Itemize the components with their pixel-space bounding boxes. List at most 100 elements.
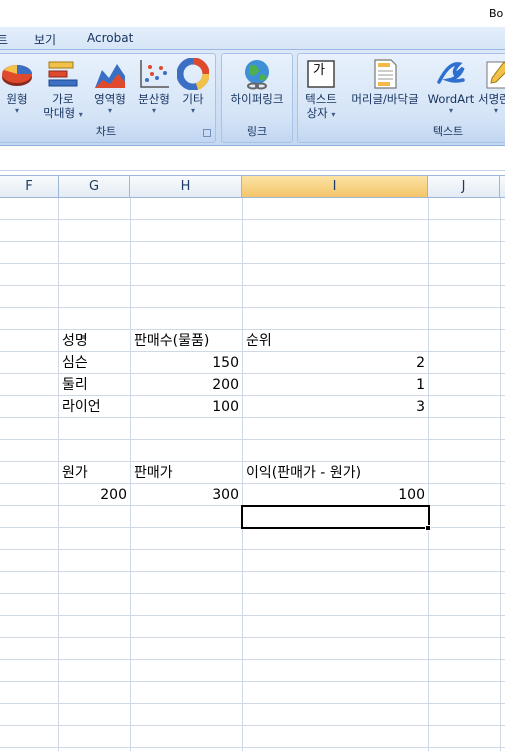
chevron-down-icon: ▾ — [448, 106, 453, 115]
chevron-down-icon: ▾ — [151, 106, 156, 115]
grid-row-line — [0, 681, 505, 682]
cell-i8[interactable]: 2 — [243, 352, 428, 374]
cell-i10[interactable]: 3 — [243, 396, 428, 418]
cell-h8[interactable]: 150 — [131, 352, 242, 374]
formula-bar-divider — [0, 170, 505, 171]
excel-window: Bo 트 보기 Acrobat 원형 ▾ 가로 막대형 ▾ 영역형 ▾ 분산형 … — [0, 0, 505, 751]
signature-line-button[interactable]: 서명란 ▾ — [478, 58, 505, 116]
scatter-chart-icon — [138, 58, 170, 90]
header-footer-label: 머리글/바닥글 — [351, 92, 419, 106]
pie-chart-label: 원형 — [6, 92, 28, 106]
link-group-label: 링크 — [246, 125, 268, 138]
textbox-button[interactable]: 가 텍스트 상자 ▾ — [301, 58, 341, 122]
column-header-h[interactable]: H — [130, 176, 242, 197]
textbox-label-2: 상자 — [306, 106, 328, 120]
dialog-launcher-icon[interactable] — [203, 129, 211, 137]
grid-row-line — [0, 571, 505, 572]
grid-col-line — [428, 198, 429, 751]
cell-h9[interactable]: 200 — [131, 374, 242, 396]
grid-row-line — [0, 593, 505, 594]
cell-i14[interactable]: 100 — [243, 484, 428, 506]
window-title: Bo — [489, 7, 504, 20]
cell-i9[interactable]: 1 — [243, 374, 428, 396]
grid-col-line — [500, 198, 501, 751]
cell-g10[interactable]: 라이언 — [59, 396, 130, 418]
bar-chart-button[interactable]: 가로 막대형 ▾ — [41, 58, 85, 122]
chevron-down-icon: ▾ — [190, 106, 195, 115]
formula-bar[interactable] — [0, 146, 505, 176]
cell-g13[interactable]: 원가 — [59, 462, 130, 484]
tab-view[interactable]: 보기 — [34, 31, 56, 48]
cell-i13[interactable]: 이익(판매가 - 원가) — [243, 462, 428, 484]
signature-icon — [482, 58, 505, 90]
chevron-down-icon: ▾ — [494, 106, 499, 115]
cell-g9[interactable]: 둘리 — [59, 374, 130, 396]
chevron-down-icon: ▾ — [107, 106, 112, 115]
wordart-icon — [435, 58, 467, 90]
area-chart-label: 영역형 — [94, 92, 126, 106]
cell-i7[interactable]: 순위 — [243, 330, 428, 352]
chart-group-label: 차트 — [95, 125, 117, 138]
pie-chart-button[interactable]: 원형 ▾ — [0, 58, 37, 116]
chevron-down-icon: ▾ — [14, 106, 19, 115]
link-group: 하이퍼링크 링크 — [221, 53, 293, 143]
header-footer-icon — [369, 58, 401, 90]
wordart-button[interactable]: WordArt ▾ — [426, 58, 476, 116]
other-chart-button[interactable]: 기타 ▾ — [175, 57, 211, 116]
hyperlink-globe-icon — [241, 58, 273, 90]
column-header-f[interactable]: F — [0, 176, 59, 197]
scatter-chart-label: 분산형 — [138, 92, 170, 106]
title-bar: Bo — [0, 0, 505, 27]
wordart-label: WordArt — [427, 92, 475, 106]
grid-row-line — [0, 263, 505, 264]
column-header-g[interactable]: G — [59, 176, 130, 197]
scatter-chart-button[interactable]: 분산형 ▾ — [133, 58, 175, 116]
cell-g7[interactable]: 성명 — [59, 330, 130, 352]
area-chart-button[interactable]: 영역형 ▾ — [89, 58, 131, 116]
cell-h13[interactable]: 판매가 — [131, 462, 242, 484]
header-footer-button[interactable]: 머리글/바닥글 — [346, 58, 424, 106]
column-header-row: F G H I J — [0, 176, 505, 198]
pie-chart-icon — [1, 58, 33, 90]
chevron-down-icon: ▾ — [331, 110, 336, 119]
fill-handle[interactable] — [425, 525, 431, 531]
textbox-icon-glyph: 가 — [313, 63, 325, 78]
grid-row-line — [0, 241, 505, 242]
column-header-j[interactable]: J — [428, 176, 500, 197]
other-chart-label: 기타 — [182, 92, 204, 106]
worksheet-grid[interactable]: 성명 판매수(물품) 순위 심슨 150 2 둘리 200 1 라이언 100 … — [0, 198, 505, 751]
grid-row-line — [0, 549, 505, 550]
signature-label: 서명란 — [478, 92, 505, 106]
chart-group: 원형 ▾ 가로 막대형 ▾ 영역형 ▾ 분산형 ▾ 기타 ▾ 차트 — [0, 53, 216, 143]
donut-chart-icon — [176, 57, 210, 91]
textbox-icon: 가 — [305, 58, 337, 90]
text-group-label: 텍스트 — [432, 125, 464, 138]
ribbon-tabs: 트 보기 Acrobat — [0, 27, 505, 50]
cell-h7[interactable]: 판매수(물품) — [131, 330, 242, 352]
bar-chart-label-1: 가로 — [52, 92, 74, 106]
grid-row-line — [0, 285, 505, 286]
cell-g8[interactable]: 심슨 — [59, 352, 130, 374]
grid-row-line — [0, 439, 505, 440]
area-chart-icon — [94, 58, 126, 90]
grid-row-line — [0, 747, 505, 748]
bar-chart-icon — [47, 58, 79, 90]
grid-row-line — [0, 659, 505, 660]
active-cell-selection[interactable] — [241, 505, 430, 529]
grid-row-line — [0, 219, 505, 220]
column-header-i[interactable]: I — [242, 176, 428, 197]
grid-row-line — [0, 307, 505, 308]
grid-row-line — [0, 615, 505, 616]
chevron-down-icon: ▾ — [78, 110, 83, 119]
ribbon: 원형 ▾ 가로 막대형 ▾ 영역형 ▾ 분산형 ▾ 기타 ▾ 차트 하이퍼링크 … — [0, 50, 505, 146]
cell-h14[interactable]: 300 — [131, 484, 242, 506]
tab-partial[interactable]: 트 — [0, 31, 8, 48]
cell-g14[interactable]: 200 — [59, 484, 130, 506]
bar-chart-label-2: 막대형 — [43, 106, 76, 120]
grid-row-line — [0, 637, 505, 638]
hyperlink-button[interactable]: 하이퍼링크 — [224, 58, 290, 106]
cell-h10[interactable]: 100 — [131, 396, 242, 418]
hyperlink-label: 하이퍼링크 — [230, 92, 284, 106]
tab-acrobat[interactable]: Acrobat — [87, 31, 133, 45]
text-group: 가 텍스트 상자 ▾ 머리글/바닥글 WordArt ▾ 서명란 ▾ 텍스트 — [297, 53, 505, 143]
